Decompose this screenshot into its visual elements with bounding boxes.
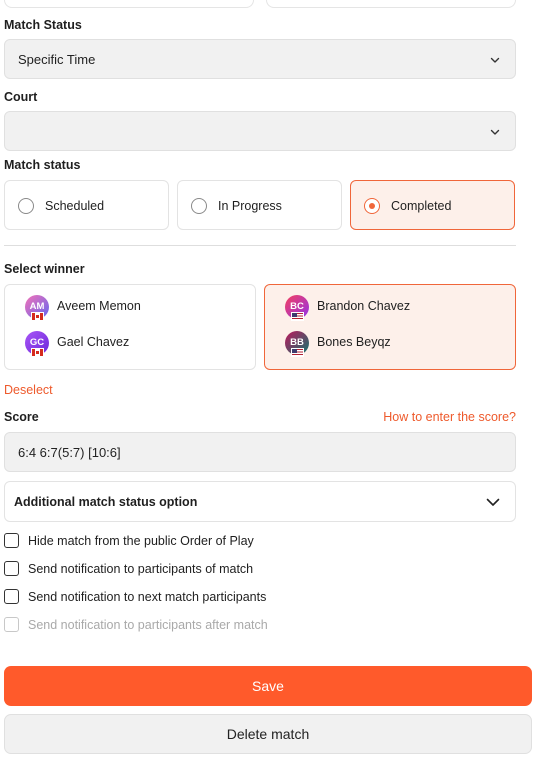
radio-circle[interactable] [191,198,207,214]
checkbox[interactable] [4,561,19,576]
delete-match-button[interactable]: Delete match [4,714,532,754]
checkbox [4,617,19,632]
usa-flag-icon [291,312,304,321]
chevron-down-icon [490,57,500,63]
checkbox-label: Send notification to participants after … [28,618,268,632]
section-divider [4,245,516,246]
score-help-link[interactable]: How to enter the score? [383,410,516,424]
usa-flag-icon [291,348,304,357]
radio-in-progress[interactable]: In Progress [177,180,342,230]
radio-in-progress-label: In Progress [218,199,282,213]
radio-circle-selected[interactable] [364,198,380,214]
player-name: Brandon Chavez [317,299,411,313]
partial-field-right [266,0,516,8]
player-name: Bones Beyqz [317,335,391,349]
radio-circle[interactable] [18,198,34,214]
checkbox-label: Send notification to participants of mat… [28,562,254,576]
checkbox-label: Hide match from the public Order of Play [28,534,254,548]
partial-field-left [4,0,254,8]
court-label: Court [4,90,38,104]
chevron-down-icon [490,129,500,135]
score-input[interactable]: 6:4 6:7(5:7) [10:6] [4,432,516,472]
court-select[interactable] [4,111,516,151]
chevron-down-icon [486,498,500,506]
team-card-2[interactable]: BC Brandon Chavez BB Bones Beyqz [264,284,516,370]
match-status-select[interactable]: Specific Time [4,39,516,79]
player-name: Gael Chavez [57,335,130,349]
radio-scheduled[interactable]: Scheduled [4,180,169,230]
team-card-1[interactable]: AM Aveem Memon GC Gael Chavez [4,284,256,370]
score-label: Score [4,410,39,424]
checkbox[interactable] [4,589,19,604]
match-status-label: Match Status [4,18,82,32]
canada-flag-icon [31,312,44,321]
radio-completed[interactable]: Completed [350,180,515,230]
canada-flag-icon [31,348,44,357]
score-value: 6:4 6:7(5:7) [10:6] [18,445,121,460]
checkbox-label: Send notification to next match particip… [28,590,267,604]
player-name: Aveem Memon [57,299,141,313]
additional-option-title: Additional match status option [14,495,198,509]
radio-completed-label: Completed [391,199,452,213]
deselect-link[interactable]: Deselect [4,383,53,397]
match-status-radio-label: Match status [4,158,81,172]
additional-option-accordion[interactable]: Additional match status option [4,481,516,522]
save-button[interactable]: Save [4,666,532,706]
checkbox[interactable] [4,533,19,548]
select-winner-label: Select winner [4,262,85,276]
radio-scheduled-label: Scheduled [45,199,105,213]
match-status-value: Specific Time [18,52,96,67]
